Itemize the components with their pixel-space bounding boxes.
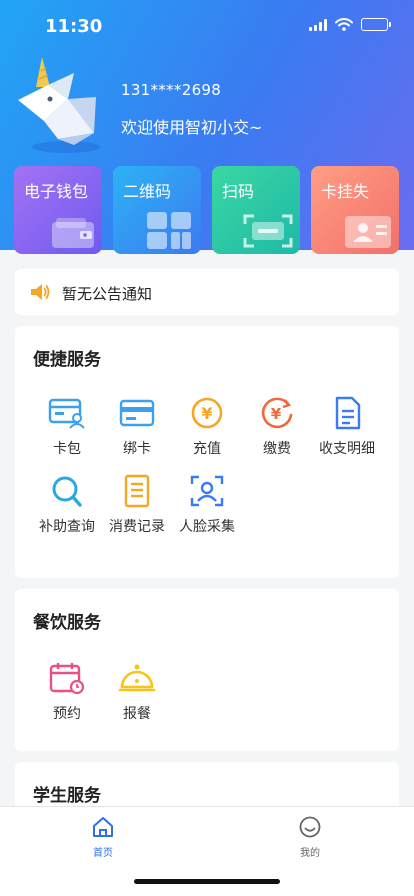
service-reservation[interactable]: 预约 bbox=[30, 661, 104, 723]
id-card-icon bbox=[345, 216, 391, 248]
smiley-icon bbox=[299, 816, 321, 838]
card-qrcode-label: 二维码 bbox=[123, 182, 172, 201]
home-icon bbox=[93, 817, 113, 837]
service-label: 报餐 bbox=[123, 706, 151, 722]
card-bag-icon bbox=[48, 398, 85, 429]
service-label: 人脸采集 bbox=[179, 519, 235, 535]
service-label: 绑卡 bbox=[123, 441, 151, 457]
card-scan[interactable]: 扫码 bbox=[212, 166, 300, 254]
tab-mine-label: 我的 bbox=[300, 848, 320, 859]
tab-home-label: 首页 bbox=[93, 848, 113, 859]
service-face-capture[interactable]: 人脸采集 bbox=[170, 474, 244, 536]
section-title: 餐饮服务 bbox=[33, 613, 101, 633]
service-recharge[interactable]: ¥ 充值 bbox=[170, 396, 244, 458]
service-label: 卡包 bbox=[53, 441, 81, 457]
wifi-icon bbox=[335, 18, 353, 31]
scan-icon bbox=[243, 214, 293, 248]
calendar-icon bbox=[49, 663, 85, 695]
service-meal-report[interactable]: 报餐 bbox=[100, 661, 174, 723]
service-label: 补助查询 bbox=[39, 519, 95, 535]
qrcode-icon bbox=[147, 212, 191, 249]
service-subsidy-query[interactable]: 补助查询 bbox=[30, 474, 104, 536]
status-bar: 11:30 bbox=[0, 0, 414, 50]
service-bind-card[interactable]: 绑卡 bbox=[100, 396, 174, 458]
card-qrcode[interactable]: 二维码 bbox=[113, 166, 201, 254]
payment-icon: ¥ bbox=[261, 397, 293, 429]
svg-text:¥: ¥ bbox=[271, 405, 282, 423]
convenience-services-section: 便捷服务 卡包 绑卡 ¥ 充值 ¥ 缴费 收支明细 补助查询 消费记录 人脸采集 bbox=[15, 326, 399, 578]
unicorn-mascot-icon bbox=[18, 57, 100, 153]
statement-icon bbox=[335, 396, 361, 430]
section-title: 学生服务 bbox=[33, 786, 101, 806]
speaker-icon bbox=[31, 284, 50, 300]
section-title: 便捷服务 bbox=[33, 350, 101, 370]
home-indicator bbox=[134, 879, 280, 884]
meal-bell-icon bbox=[118, 664, 156, 692]
card-wallet-label: 电子钱包 bbox=[24, 182, 89, 201]
service-label: 充值 bbox=[193, 441, 221, 457]
search-icon bbox=[52, 476, 82, 507]
service-card-bag[interactable]: 卡包 bbox=[30, 396, 104, 458]
card-scan-label: 扫码 bbox=[222, 182, 255, 201]
service-payment[interactable]: ¥ 缴费 bbox=[240, 396, 314, 458]
battery-icon bbox=[361, 18, 391, 31]
welcome-text: 欢迎使用智初小交~ bbox=[121, 118, 263, 137]
service-label: 预约 bbox=[53, 706, 81, 722]
record-icon bbox=[124, 474, 150, 508]
tab-mine[interactable]: 我的 bbox=[280, 816, 340, 859]
face-scan-icon bbox=[190, 475, 224, 507]
service-statement[interactable]: 收支明细 bbox=[310, 396, 384, 458]
recharge-icon: ¥ bbox=[191, 397, 223, 429]
service-label: 缴费 bbox=[263, 441, 291, 457]
wallet-icon bbox=[52, 218, 94, 248]
dining-services-section: 餐饮服务 预约 报餐 bbox=[15, 589, 399, 751]
service-label: 收支明细 bbox=[319, 441, 375, 457]
service-label: 消费记录 bbox=[109, 519, 165, 535]
card-report-loss-label: 卡挂失 bbox=[321, 182, 370, 201]
bind-card-icon bbox=[119, 399, 155, 427]
card-report-loss[interactable]: 卡挂失 bbox=[311, 166, 399, 254]
tab-home[interactable]: 首页 bbox=[73, 816, 133, 859]
service-consumption-record[interactable]: 消费记录 bbox=[100, 474, 174, 536]
svg-text:¥: ¥ bbox=[201, 404, 212, 423]
signal-icon bbox=[309, 18, 327, 31]
card-wallet[interactable]: 电子钱包 bbox=[14, 166, 102, 254]
notice-text: 暂无公告通知 bbox=[62, 285, 153, 303]
status-time: 11:30 bbox=[45, 16, 103, 37]
user-phone: 131****2698 bbox=[121, 81, 222, 99]
status-icons bbox=[309, 18, 391, 31]
notice-bar[interactable]: 暂无公告通知 bbox=[15, 269, 399, 315]
